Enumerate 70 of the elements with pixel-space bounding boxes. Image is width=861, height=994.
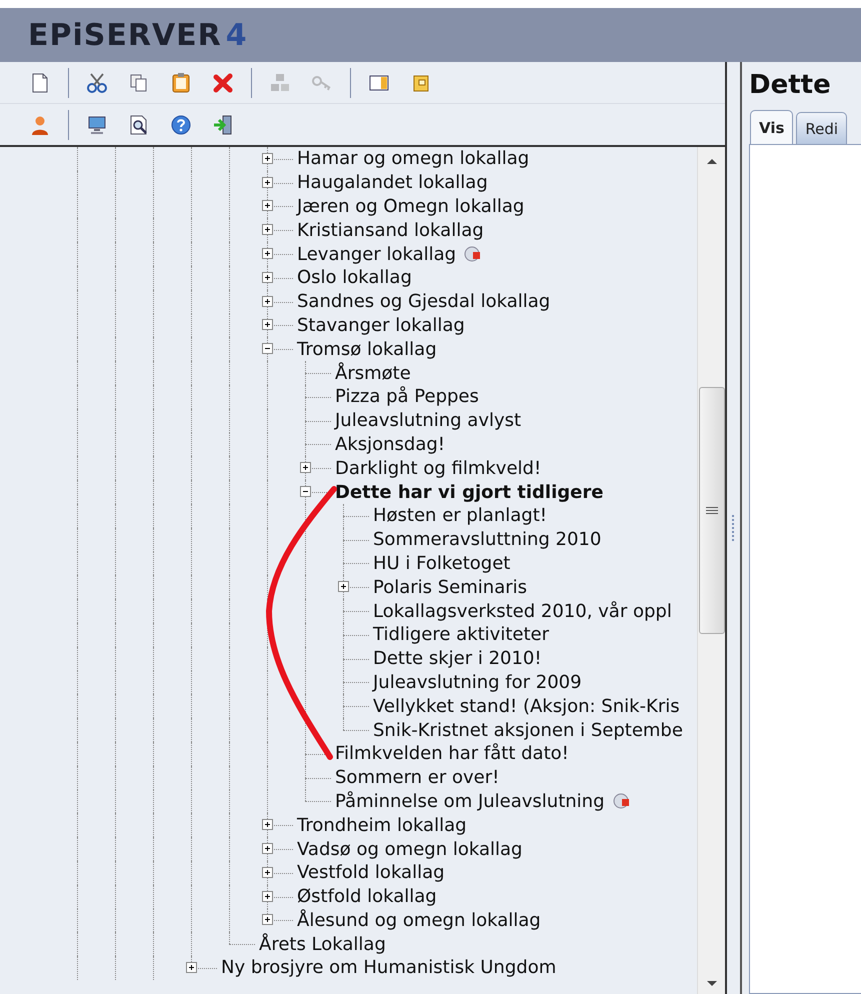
tree-item[interactable]: Polaris Seminaris	[373, 576, 528, 598]
tree-item[interactable]: Vadsø og omegn lokallag	[297, 838, 522, 860]
tree-item[interactable]: Juleavslutning for 2009	[373, 672, 582, 693]
expand-icon[interactable]	[262, 296, 273, 307]
tree-item[interactable]: Sommern er over!	[335, 767, 500, 788]
blocks-icon	[269, 72, 291, 94]
tree-item[interactable]: Kristiansand lokallag	[297, 220, 484, 241]
user-icon	[29, 114, 51, 136]
tree-item[interactable]: Østfold lokallag	[297, 886, 437, 908]
tree-item[interactable]: HU i Folketoget	[373, 552, 510, 574]
tree-item[interactable]: Trondheim lokallag	[297, 814, 467, 836]
tree-item[interactable]: Snik-Kristnet aksjonen i Septembe	[373, 720, 683, 741]
scrollbar[interactable]	[697, 147, 725, 994]
page-title: Dette	[749, 69, 832, 102]
scissors-icon	[86, 72, 108, 94]
tab[interactable]: Vis	[750, 110, 794, 144]
clipboard-icon	[170, 72, 192, 94]
expand-icon[interactable]	[262, 272, 273, 283]
expand-icon[interactable]	[262, 866, 273, 878]
tree-item[interactable]: Dette skjer i 2010!	[373, 648, 542, 670]
tree-item[interactable]: Levanger lokallag	[297, 244, 456, 265]
tree-item[interactable]: Sommeravsluttning 2010	[373, 529, 602, 550]
expand-icon[interactable]	[262, 176, 273, 188]
tree-item[interactable]: Vellykket stand! (Aksjon: Snik-Kris	[373, 696, 680, 717]
tree-item[interactable]: Darklight og filmkveld!	[335, 458, 542, 479]
tree-item[interactable]: Dette har vi gjort tidligere	[335, 482, 604, 503]
splitter[interactable]	[727, 62, 742, 994]
tree-item[interactable]: Lokallagsverksted 2010, vår oppl	[373, 600, 672, 622]
tree-item[interactable]: Ny brosjyre om Humanistisk Ungdom	[221, 957, 556, 978]
scrollbar-thumb[interactable]	[698, 387, 724, 634]
expand-icon[interactable]	[262, 248, 273, 260]
tree-item[interactable]: Tromsø lokallag	[297, 338, 437, 360]
tree-item[interactable]: Oslo lokallag	[297, 267, 412, 288]
tree-item[interactable]: Pizza på Peppes	[335, 386, 479, 408]
expand-icon[interactable]	[262, 224, 273, 236]
expand-icon[interactable]	[262, 843, 273, 854]
tree-item[interactable]: Juleavslutning avlyst	[335, 410, 522, 432]
delete-icon	[212, 72, 234, 94]
scroll-down-icon[interactable]	[706, 980, 718, 988]
tree-item[interactable]: Stavanger lokallag	[297, 314, 465, 336]
tree-item[interactable]: Sandnes og Gjesdal lokallag	[297, 291, 550, 312]
logo: EPiSERVER 4	[28, 18, 248, 52]
monitor-icon	[86, 114, 108, 136]
expand-icon[interactable]	[262, 914, 273, 926]
tree-item[interactable]: Påminnelse om Juleavslutning	[335, 790, 605, 812]
help-icon	[170, 114, 192, 136]
tree-item[interactable]: Vestfold lokallag	[297, 862, 445, 884]
tree-item[interactable]: Filmkvelden har fått dato!	[335, 743, 569, 764]
expand-icon[interactable]	[338, 581, 349, 592]
exit-icon	[212, 114, 234, 136]
tree-item[interactable]: Aksjonsdag!	[335, 434, 446, 455]
scroll-up-icon[interactable]	[706, 157, 718, 165]
tree-item[interactable]: Jæren og Omegn lokallag	[297, 196, 524, 217]
tree-item[interactable]: Tidligere aktiviteter	[373, 624, 550, 646]
expand-icon[interactable]	[262, 152, 273, 164]
tree-item[interactable]: Høsten er planlagt!	[373, 505, 547, 526]
expand-icon[interactable]	[262, 200, 273, 212]
expand-icon[interactable]	[300, 462, 311, 474]
collapse-icon[interactable]	[262, 343, 273, 354]
expand-icon[interactable]	[262, 319, 273, 330]
tree-item[interactable]: Hamar og omegn lokallag	[297, 148, 530, 170]
collapse-icon[interactable]	[300, 486, 311, 498]
tab[interactable]: Redi	[796, 112, 848, 144]
tree-item[interactable]: Årsmøte	[335, 362, 411, 384]
expand-icon[interactable]	[262, 819, 273, 830]
tree-item[interactable]: Ålesund og omegn lokallag	[297, 910, 541, 931]
expand-icon[interactable]	[262, 890, 273, 902]
expand-icon[interactable]	[186, 962, 197, 973]
tree-item[interactable]: Årets Lokallag	[259, 934, 386, 955]
tree-item[interactable]: Haugalandet lokallag	[297, 172, 488, 194]
